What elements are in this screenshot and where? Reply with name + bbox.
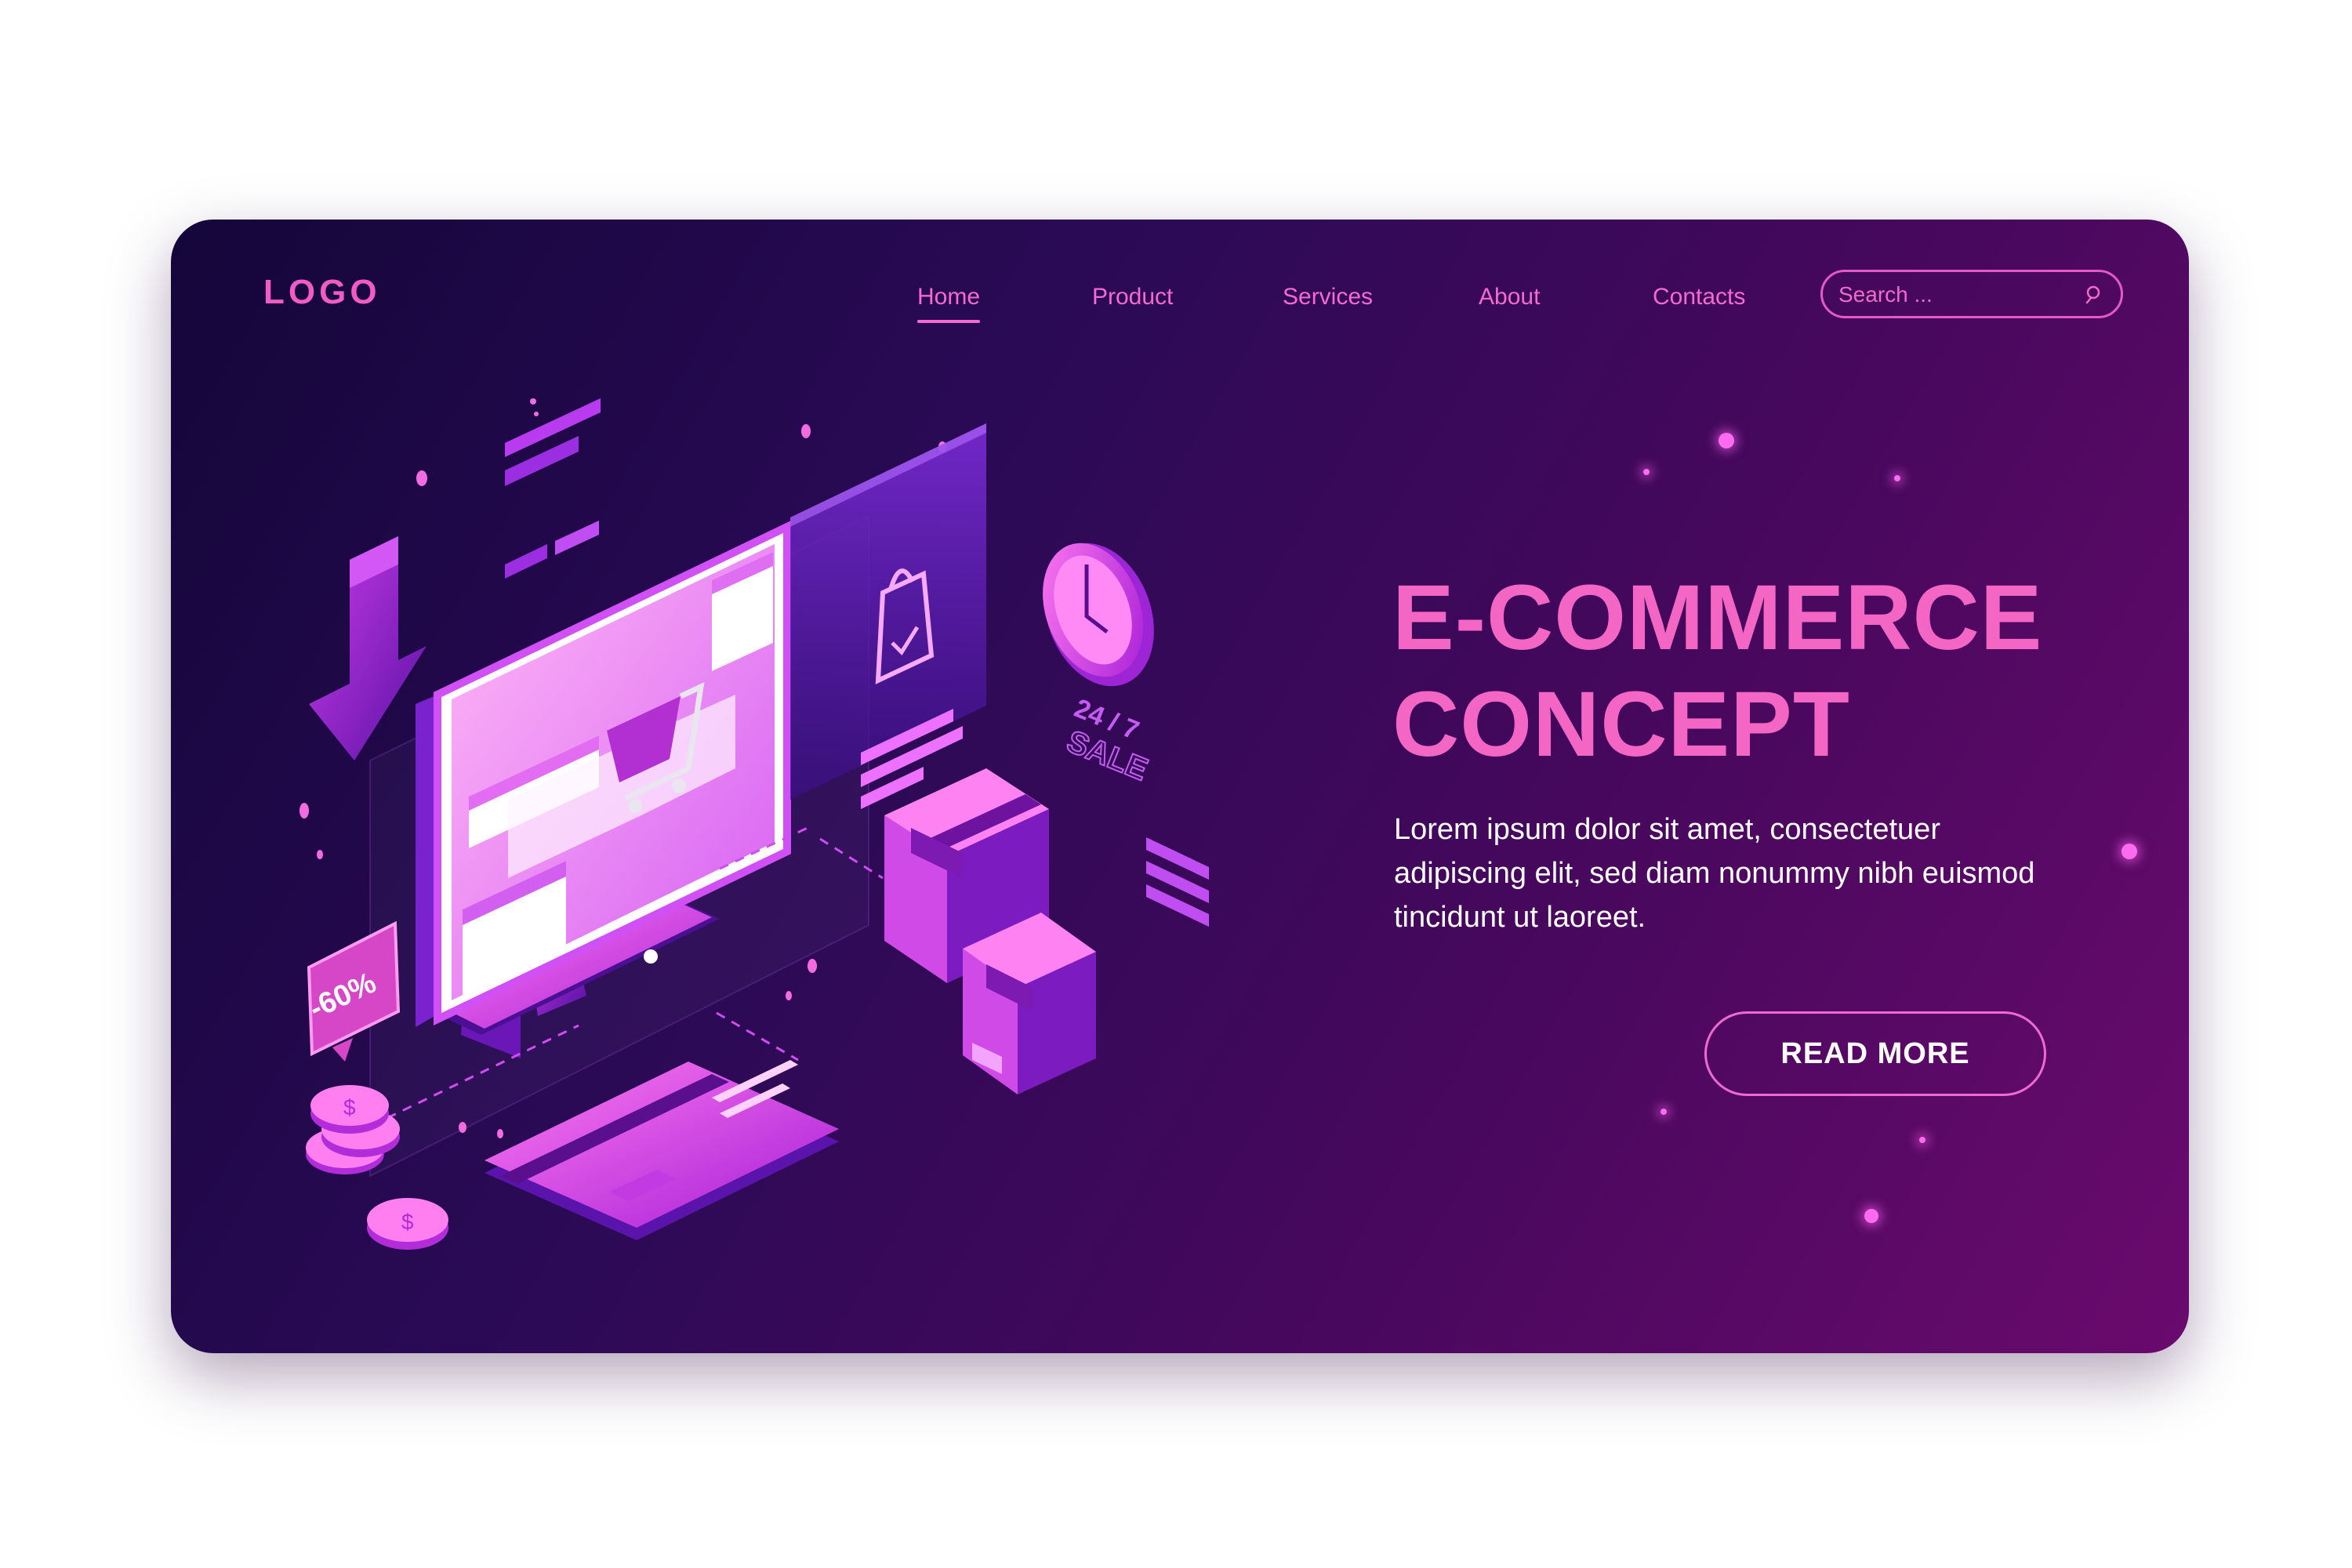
decor-stripes-right <box>1146 837 1209 927</box>
shopping-bag-panel <box>790 423 986 809</box>
hero-description: Lorem ipsum dolor sit amet, consectetuer… <box>1394 813 2035 934</box>
arrow-down-icon <box>309 536 426 760</box>
sparkle-dot <box>2122 844 2137 859</box>
package-box-icon <box>963 913 1096 1094</box>
sparkle-dot <box>1661 1109 1667 1115</box>
read-more-button[interactable]: READ MORE <box>1704 1011 2046 1096</box>
nav-about[interactable]: About <box>1479 284 1540 310</box>
clock-icon <box>1043 543 1154 687</box>
ecommerce-illustration: 24 / 7 SALE -60% $ $ <box>299 398 1209 1250</box>
nav-contacts[interactable]: Contacts <box>1653 284 1745 310</box>
sparkle-dot <box>1919 1137 1926 1143</box>
svg-text:$: $ <box>401 1210 414 1234</box>
sparkle-dot <box>1864 1209 1878 1223</box>
sparkle-dot <box>1643 469 1650 475</box>
hero-title-line-2: CONCEPT <box>1392 673 1850 776</box>
search-box <box>1820 270 2123 318</box>
sparkle-dot <box>1719 433 1734 448</box>
sparkle-dot <box>1894 475 1900 481</box>
landing-page-card: LOGO Home Product Services About Contact… <box>171 220 2189 1353</box>
hero-title-line-1: E-COMMERCE <box>1392 566 2043 670</box>
decor-stripes-top <box>505 398 601 579</box>
svg-text:$: $ <box>343 1095 356 1120</box>
hero-title: E-COMMERCE CONCEPT <box>1392 564 2042 778</box>
search-input[interactable] <box>1837 280 2075 310</box>
search-icon[interactable] <box>2085 285 2105 305</box>
